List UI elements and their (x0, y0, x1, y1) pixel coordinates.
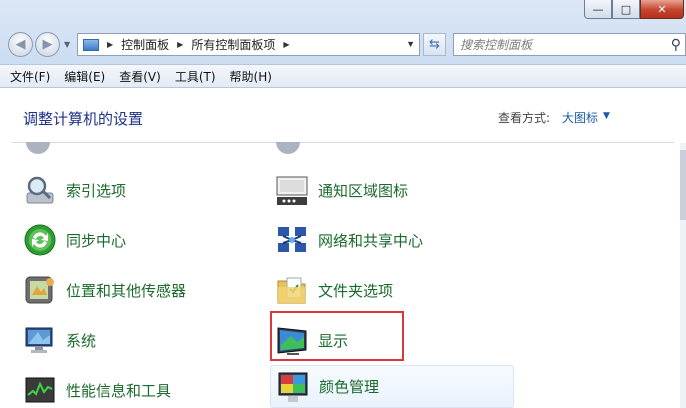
item-folder-options[interactable]: 文件夹选项 (274, 269, 393, 311)
scrollbar-thumb[interactable] (680, 150, 686, 220)
item-label: 索引选项 (66, 181, 127, 200)
menu-view[interactable]: 查看(V) (119, 68, 161, 85)
item-color-management[interactable]: 颜色管理 (270, 365, 514, 408)
breadcrumb-separator-icon[interactable]: ▶ (177, 40, 183, 49)
window-controls: — □ ✕ (584, 0, 684, 19)
forward-arrow-icon: ▶ (42, 37, 53, 52)
menu-help[interactable]: 帮助(H) (230, 68, 272, 85)
partial-item-icon[interactable] (26, 142, 50, 154)
back-button[interactable]: ◀ (8, 32, 33, 57)
item-performance[interactable]: 性能信息和工具 (22, 369, 171, 408)
indexing-magnifier-icon (22, 172, 58, 208)
view-by-label: 查看方式: (498, 111, 551, 125)
menu-edit[interactable]: 编辑(E) (64, 68, 105, 85)
address-history-dropdown-icon[interactable]: ▼ (406, 39, 415, 49)
item-label: 系统 (66, 331, 97, 350)
item-network-sharing[interactable]: 网络和共享中心 (274, 219, 423, 261)
system-computer-icon (22, 322, 58, 358)
menu-tools[interactable]: 工具(T) (175, 68, 216, 85)
partial-item-icon[interactable] (276, 142, 300, 154)
view-by-dropdown-icon[interactable]: ▼ (603, 111, 610, 121)
item-label: 同步中心 (66, 231, 127, 250)
folder-icon (274, 272, 310, 308)
refresh-icon: ⇆ (429, 37, 440, 52)
close-button[interactable]: ✕ (640, 0, 684, 19)
color-management-icon (275, 369, 311, 405)
breadcrumb-all-items[interactable]: 所有控制面板项 (191, 36, 275, 53)
item-label: 性能信息和工具 (66, 381, 172, 400)
menu-bar: 文件(F) 编辑(E) 查看(V) 工具(T) 帮助(H) (0, 64, 686, 88)
performance-chart-icon (22, 372, 58, 408)
view-by-selector[interactable]: 大图标 (562, 109, 598, 126)
notification-area-icon (274, 172, 310, 208)
control-panel-icon (83, 38, 99, 51)
breadcrumb-control-panel[interactable]: 控制面板 (121, 36, 169, 53)
item-location-sensors[interactable]: 位置和其他传感器 (22, 269, 186, 311)
page-title: 调整计算机的设置 (23, 110, 144, 128)
recent-pages-dropdown-icon[interactable]: ▼ (64, 40, 70, 49)
forward-button[interactable]: ▶ (35, 32, 60, 57)
network-icon (274, 222, 310, 258)
back-arrow-icon: ◀ (15, 37, 26, 52)
item-label: 颜色管理 (319, 378, 380, 396)
menu-file[interactable]: 文件(F) (10, 68, 50, 85)
item-label: 通知区域图标 (318, 181, 409, 200)
item-indexing-options[interactable]: 索引选项 (22, 169, 126, 211)
item-label: 文件夹选项 (318, 281, 394, 300)
sync-icon (22, 222, 58, 258)
minimize-button[interactable]: — (584, 0, 612, 19)
highlight-box (270, 311, 404, 361)
refresh-button[interactable]: ⇆ (423, 33, 446, 56)
item-notification-icons[interactable]: 通知区域图标 (274, 169, 408, 211)
item-label: 位置和其他传感器 (66, 281, 187, 300)
item-label: 网络和共享中心 (318, 231, 424, 250)
item-system[interactable]: 系统 (22, 319, 96, 361)
search-box[interactable]: 搜索控制面板 ⚲ (453, 33, 686, 56)
breadcrumb-separator-icon[interactable]: ▶ (283, 40, 289, 49)
item-sync-center[interactable]: 同步中心 (22, 219, 126, 261)
address-bar[interactable]: ▶ 控制面板 ▶ 所有控制面板项 ▶ ▼ (77, 33, 420, 56)
maximize-button[interactable]: □ (612, 0, 640, 19)
search-icon[interactable]: ⚲ (671, 37, 685, 53)
location-sensor-icon (22, 272, 58, 308)
breadcrumb-separator-icon[interactable]: ▶ (107, 40, 113, 49)
header-divider (12, 142, 674, 143)
search-input[interactable]: 搜索控制面板 (454, 36, 671, 53)
